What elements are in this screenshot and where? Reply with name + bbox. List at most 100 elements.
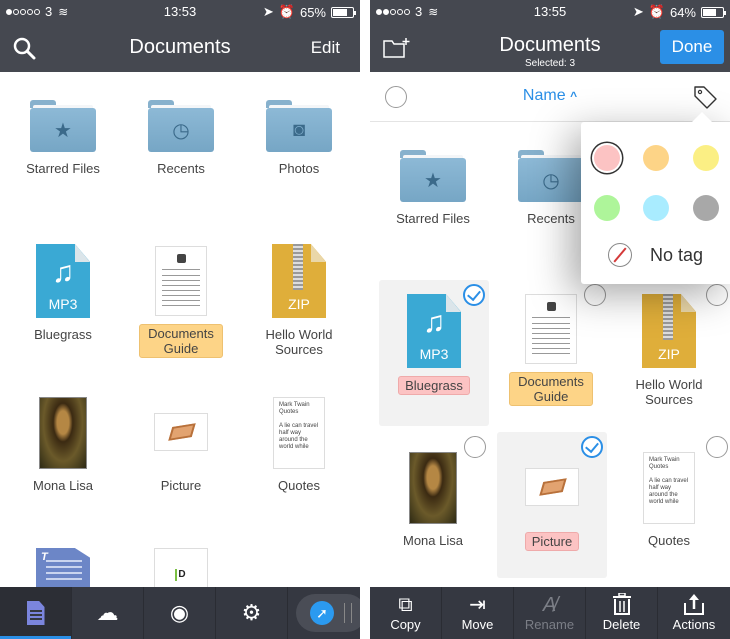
star-icon: ★ — [424, 169, 442, 192]
pdf-thumbnail: D — [154, 548, 208, 588]
delete-button[interactable]: Delete — [586, 587, 658, 639]
image-thumbnail — [154, 413, 208, 451]
page-title: Documents — [129, 36, 231, 58]
file-item-selected[interactable]: ♫ MP3 Bluegrass — [379, 280, 489, 426]
folder-icon: ◙ — [266, 100, 332, 152]
text-file-icon: T — [36, 548, 90, 588]
rename-icon: A̸ — [542, 594, 557, 616]
file-item[interactable]: Documents Guide — [496, 280, 606, 406]
file-item[interactable]: D — [126, 548, 236, 588]
file-item[interactable]: Mona Lisa — [8, 397, 118, 495]
pdf-thumbnail — [155, 246, 207, 316]
file-item[interactable]: Documents Guide — [126, 246, 236, 358]
file-name: Photos — [278, 161, 320, 176]
file-item[interactable]: ◷ Recents — [126, 100, 236, 178]
file-item[interactable]: ★ Starred Files — [378, 150, 488, 228]
settings-tab[interactable]: ⚙ — [216, 587, 288, 639]
move-button[interactable]: ⇥ Move — [442, 587, 514, 639]
alarm-icon: ⏰ — [278, 4, 295, 19]
location-icon: ➤ — [632, 4, 644, 19]
file-name: Quotes — [648, 533, 690, 548]
file-item[interactable]: ★ Starred Files — [8, 100, 118, 178]
file-name: Picture — [524, 532, 580, 551]
selection-checkbox-checked[interactable] — [463, 284, 485, 306]
no-tag-option[interactable]: No tag — [608, 243, 703, 267]
rename-button[interactable]: A̸ Rename — [514, 587, 586, 639]
tag-color-blue[interactable] — [643, 195, 669, 221]
gear-icon: ⚙ — [241, 600, 262, 625]
file-name: Starred Files — [26, 161, 100, 176]
file-name: Documents Guide — [139, 324, 223, 358]
tag-color-popover: No tag — [581, 112, 730, 284]
file-name: Hello World Sources — [635, 377, 703, 407]
file-name: Bluegrass — [398, 376, 470, 395]
clock-icon: ◷ — [172, 119, 190, 142]
status-bar: 3 ≋ 13:53 ➤ ⏰ 65% — [0, 0, 360, 22]
battery-icon — [701, 6, 726, 18]
sort-bar: Name ^ — [370, 72, 730, 122]
no-tag-label: No tag — [650, 244, 704, 265]
selection-checkbox-checked[interactable] — [581, 436, 603, 458]
documents-tab[interactable] — [0, 587, 72, 639]
wifi-transfer-tab[interactable]: ◉ — [144, 587, 216, 639]
folder-icon: ◷ — [148, 100, 214, 152]
browser-tab[interactable]: ➚ — [288, 587, 360, 639]
selection-checkbox[interactable] — [706, 436, 728, 458]
tag-color-green[interactable] — [594, 195, 620, 221]
tab-bar: ☁ ◉ ⚙ ➚ — [0, 587, 360, 639]
tag-icon[interactable] — [692, 84, 718, 110]
star-icon: ★ — [54, 119, 72, 142]
image-thumbnail — [39, 397, 87, 469]
file-item-selected[interactable]: Picture — [497, 432, 607, 578]
copy-button[interactable]: ⧉ Copy — [370, 587, 442, 639]
documents-screen-browse: 3 ≋ 13:53 ➤ ⏰ 65% Documents Edit ★ Starr… — [0, 0, 360, 639]
cloud-tab[interactable]: ☁ — [72, 587, 144, 639]
edit-button[interactable]: Edit — [311, 38, 340, 58]
action-bar: ⧉ Copy ⇥ Move A̸ Rename Delete Actions — [370, 587, 730, 639]
music-note-icon: ♫ — [422, 306, 446, 339]
move-icon: ⇥ — [469, 594, 486, 616]
file-name: Bluegrass — [34, 327, 92, 342]
file-item[interactable]: ZIP Hello World Sources — [614, 280, 728, 409]
file-name: Hello World Sources — [265, 327, 333, 357]
sort-ascending-icon: ^ — [570, 89, 578, 103]
file-item[interactable]: Mark Twain Quotes A lie can travel half w… — [244, 397, 354, 495]
file-item[interactable]: ZIP Hello World Sources — [244, 244, 354, 359]
tag-color-gray[interactable] — [693, 195, 719, 221]
text-thumbnail: Mark Twain Quotes A lie can travel half w… — [273, 397, 325, 469]
file-item[interactable]: T — [8, 548, 118, 588]
folder-icon: ★ — [30, 100, 96, 152]
share-icon — [658, 587, 730, 617]
file-item[interactable]: ♫ MP3 Bluegrass — [8, 244, 118, 344]
file-item[interactable]: Picture — [126, 397, 236, 495]
tag-color-red[interactable] — [594, 145, 620, 171]
battery-percent: 65% — [299, 4, 326, 20]
file-item[interactable]: Mark Twain Quotes A lie can travel half w… — [614, 432, 728, 550]
file-name: Starred Files — [396, 211, 470, 226]
selection-checkbox[interactable] — [706, 284, 728, 306]
tag-color-yellow[interactable] — [693, 145, 719, 171]
alarm-icon: ⏰ — [648, 4, 665, 19]
folder-icon: ★ — [400, 150, 466, 202]
file-name: Picture — [160, 478, 202, 493]
sort-by-button[interactable]: Name ^ — [370, 87, 730, 105]
folder-icon: ◷ — [518, 150, 584, 202]
mp3-file-icon: ♫ MP3 — [36, 244, 90, 318]
compass-icon: ➚ — [310, 601, 334, 625]
actions-button[interactable]: Actions — [658, 587, 730, 639]
location-icon: ➤ — [262, 4, 274, 19]
done-button[interactable]: Done — [660, 30, 724, 64]
battery-icon — [331, 6, 356, 18]
tag-color-orange[interactable] — [643, 145, 669, 171]
selection-checkbox[interactable] — [464, 436, 486, 458]
drag-handle-icon[interactable] — [344, 603, 352, 623]
file-name: Quotes — [278, 478, 320, 493]
mp3-file-icon: ♫ MP3 — [407, 294, 461, 368]
file-item[interactable]: Mona Lisa — [378, 432, 488, 550]
file-item[interactable]: ◙ Photos — [244, 100, 354, 178]
selection-checkbox[interactable] — [584, 284, 606, 306]
wifi-icon: ◉ — [169, 600, 190, 625]
browser-handle[interactable]: ➚ — [296, 594, 360, 632]
status-bar: 3 ≋ 13:55 ➤ ⏰ 64% — [370, 0, 730, 22]
image-thumbnail — [409, 452, 457, 524]
